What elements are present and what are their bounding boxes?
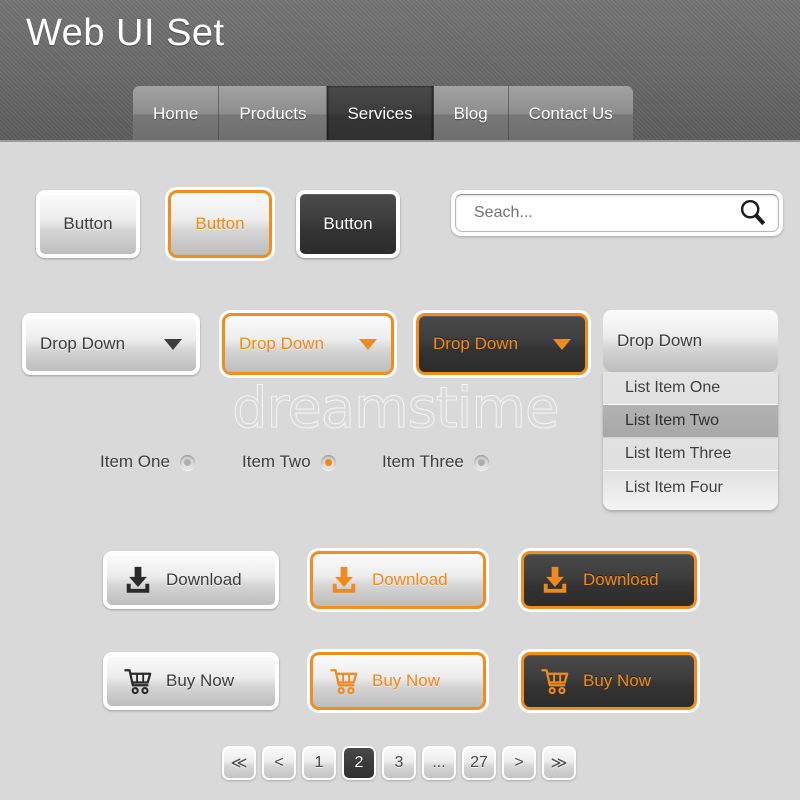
- pagination-page-1[interactable]: 1: [302, 746, 336, 780]
- radio-item-three[interactable]: Item Three: [382, 452, 489, 472]
- pagination-page-27[interactable]: 27: [462, 746, 496, 780]
- download-button-label: Download: [372, 570, 448, 589]
- dropdown-light[interactable]: Drop Down: [22, 313, 200, 375]
- nav-item-label: Products: [239, 104, 307, 123]
- pagination-prev[interactable]: <: [262, 746, 296, 780]
- nav-item-blog[interactable]: Blog: [433, 86, 509, 140]
- buy-now-button-orange[interactable]: Buy Now: [307, 649, 489, 713]
- dropdown-open: Drop Down List Item One List Item Two List…: [603, 310, 778, 510]
- button-dark[interactable]: Button: [296, 190, 400, 258]
- radio-label: Item One: [100, 452, 170, 471]
- dropdown-darkorange[interactable]: Drop Down: [413, 310, 591, 378]
- download-button-orange[interactable]: Download: [307, 548, 489, 612]
- buy-now-button-light[interactable]: Buy Now: [103, 652, 279, 710]
- nav-item-label: Contact Us: [528, 104, 613, 123]
- watermark: dreamstime: [232, 376, 560, 442]
- download-button-label: Download: [583, 570, 659, 589]
- nav-item-services[interactable]: Services: [327, 86, 434, 140]
- dropdown-label: Drop Down: [40, 334, 126, 353]
- pagination-ellipsis[interactable]: ...: [422, 746, 456, 780]
- radio-item-one[interactable]: Item One: [100, 452, 195, 472]
- search-icon[interactable]: [738, 198, 768, 228]
- pagination-page-3[interactable]: 3: [382, 746, 416, 780]
- buy-now-button-label: Buy Now: [583, 671, 652, 690]
- nav-item-home[interactable]: Home: [133, 86, 220, 140]
- radio-indicator[interactable]: [473, 454, 489, 470]
- button-label: Button: [195, 214, 245, 233]
- download-icon: [543, 566, 567, 593]
- radio-item-two[interactable]: Item Two: [242, 452, 336, 472]
- dropdown-list: List Item One List Item Two List Item Thre…: [603, 372, 778, 510]
- radio-label: Item Two: [242, 452, 311, 471]
- nav-item-label: Blog: [453, 104, 488, 123]
- page-title: Web UI Set: [26, 12, 225, 54]
- button-label: Button: [63, 214, 113, 233]
- download-icon: [126, 566, 150, 593]
- search-input[interactable]: [472, 195, 738, 231]
- cart-icon: [541, 669, 569, 695]
- download-button-light[interactable]: Download: [103, 551, 279, 609]
- search-inner: [455, 194, 779, 232]
- buy-now-button-label: Buy Now: [166, 671, 235, 690]
- list-item[interactable]: List Item One: [603, 372, 778, 405]
- dropdown-open-label: Drop Down: [617, 331, 703, 350]
- chevron-down-icon: [553, 338, 571, 350]
- dropdown-label: Drop Down: [433, 334, 519, 353]
- pagination-next[interactable]: >: [502, 746, 536, 780]
- dropdown-orange[interactable]: Drop Down: [219, 310, 397, 378]
- main-navigation: Home Products Services Blog Contact Us: [133, 86, 633, 140]
- buy-now-button-darkorange[interactable]: Buy Now: [518, 649, 700, 713]
- nav-item-label: Home: [153, 104, 199, 123]
- radio-indicator[interactable]: [320, 454, 336, 470]
- download-button-label: Download: [166, 570, 242, 589]
- page-header: Web UI Set Home Products Services Blog Conta…: [0, 0, 800, 142]
- list-item[interactable]: List Item Two: [603, 405, 778, 438]
- button-orange[interactable]: Button: [165, 187, 275, 261]
- cart-icon: [330, 669, 358, 695]
- cart-icon: [124, 669, 152, 695]
- download-icon: [332, 566, 356, 593]
- search-box[interactable]: [451, 190, 783, 236]
- nav-item-products[interactable]: Products: [219, 86, 328, 140]
- chevron-down-icon: [359, 338, 377, 350]
- radio-label: Item Three: [382, 452, 464, 471]
- pagination: ≪ <1 2 3... 27 > ≫: [222, 746, 576, 780]
- dropdown-open-toggle[interactable]: Drop Down: [603, 310, 778, 372]
- buy-now-button-label: Buy Now: [372, 671, 441, 690]
- pagination-page-2[interactable]: 2: [342, 746, 376, 780]
- nav-item-label: Services: [347, 104, 413, 123]
- download-button-darkorange[interactable]: Download: [518, 548, 700, 612]
- dropdown-label: Drop Down: [239, 334, 325, 353]
- button-label: Button: [323, 214, 373, 233]
- radio-indicator[interactable]: [179, 454, 195, 470]
- chevron-down-icon: [164, 338, 182, 350]
- nav-item-contact-us[interactable]: Contact Us: [508, 86, 633, 140]
- button-light[interactable]: Button: [36, 190, 140, 258]
- pagination-first[interactable]: ≪: [222, 746, 256, 780]
- pagination-last[interactable]: ≫: [542, 746, 576, 780]
- radio-group: Item One Item Two Item Three: [0, 452, 800, 478]
